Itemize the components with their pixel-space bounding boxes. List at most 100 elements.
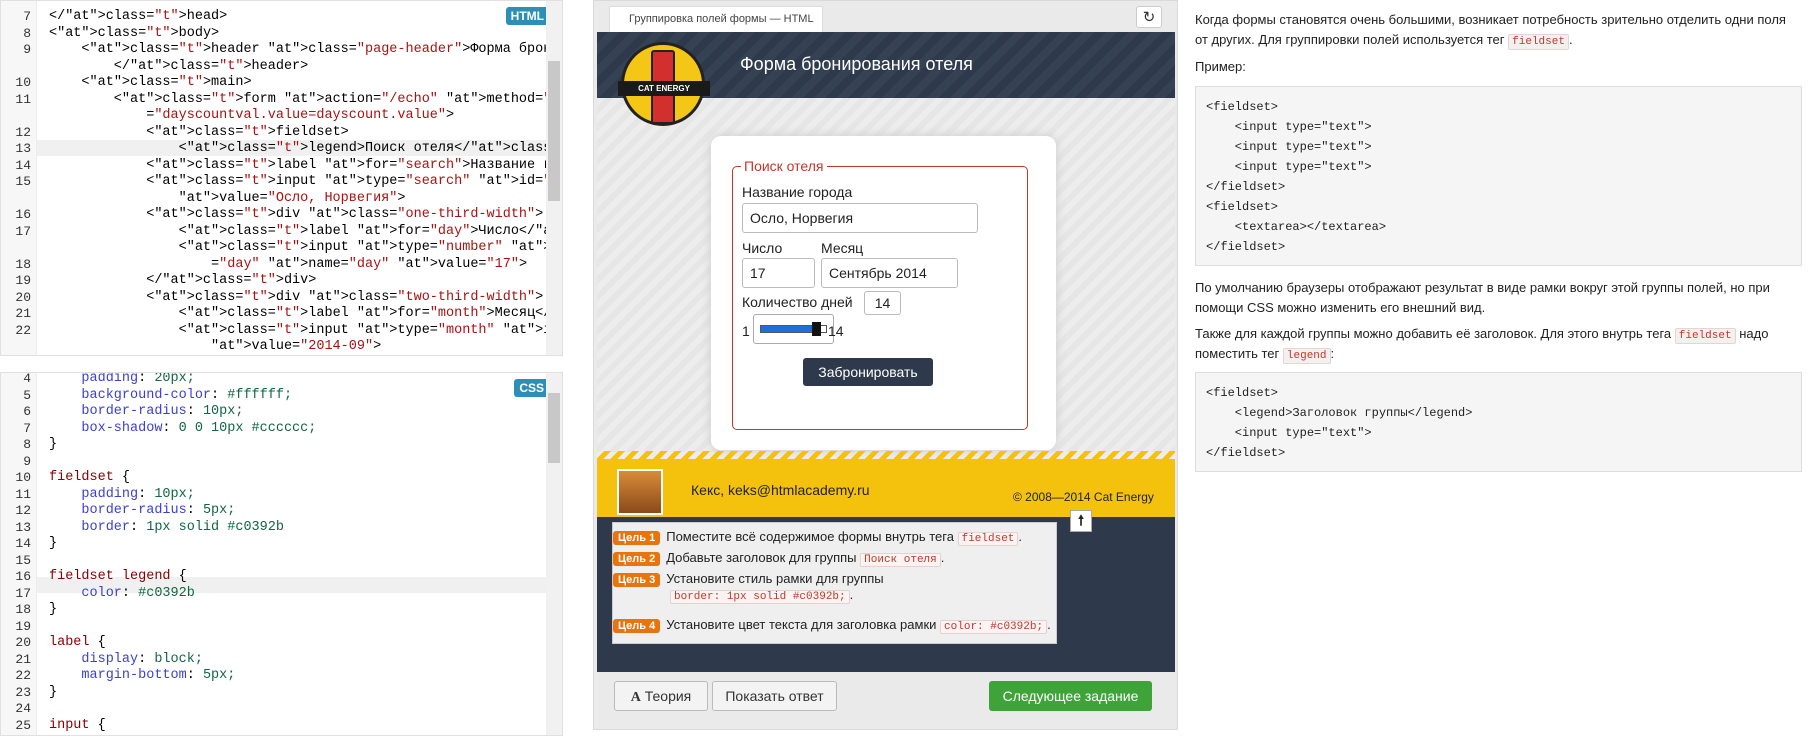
line-number: 15 [15,174,31,189]
line-number: 25 [15,717,31,733]
code-line[interactable]: <"at">class="t">header "at">class="page-… [49,42,562,59]
book-icon: A [630,690,641,705]
goal-2: Цель 2 Добавьте заголовок для группы Поис… [613,550,944,567]
city-input[interactable]: Осло, Норвегия [742,203,978,233]
html-scrollbar[interactable] [546,1,562,355]
line-number: 22 [15,668,31,683]
line-number: 24 [15,701,31,716]
code-line[interactable]: <"at">class="t">input "at">type="number"… [49,240,562,257]
theory-paragraph-1: Когда формы становятся очень большими, в… [1195,12,1786,50]
code-line[interactable] [49,701,316,718]
preview-tab[interactable]: Группировка полей формы — HTML [609,6,823,32]
code-line[interactable]: <"at">class="t">form "at">action="/echo"… [49,92,562,109]
day-input[interactable]: 17 [742,258,815,288]
line-number: 21 [15,306,31,321]
line-number: 19 [15,618,31,634]
next-task-button[interactable]: Следующее задание [989,681,1152,711]
css-scrollbar[interactable] [546,373,562,735]
avatar [617,469,663,515]
code-line[interactable]: <"at">class="t">label "at">for="search">… [49,158,562,175]
css-editor[interactable]: 4 5 6 7 8 9 10 11 12 13 14 15 16 17 18 19 20 21 22 23 24 25 p… [0,372,563,736]
html-code[interactable]: </"at">class="t">head> <"at">class="t">bo… [49,9,562,355]
html-gutter: 7 8 9 10 11 12 13 14 15 16 17 18 19 20 21 22 [1,1,37,355]
line-number: 23 [15,684,31,700]
city-label: Название города [742,184,853,200]
line-number: 10 [15,75,31,90]
code-line[interactable]: <"at">class="t">label "at">for="month">М… [49,306,562,323]
code-line[interactable]: <"at">class="t">label "at">for="day">Чис… [49,224,562,241]
days-range-slider[interactable] [753,314,834,344]
code-line[interactable]: </"at">class="t">div> [49,273,562,290]
theory-paragraph-3: Также для каждой группы можно добавить е… [1195,326,1769,364]
code-line[interactable]: <"at">class="t">main> [49,75,562,92]
line-number: 19 [15,273,31,288]
show-answer-button[interactable]: Показать ответ [712,681,837,711]
logo-text: CAT ENERGY [618,81,710,96]
line-number: 14 [15,157,31,173]
preview-frame: Форма бронирования отеля CAT ENERGY Поис… [597,32,1175,672]
line-number: 21 [15,651,31,667]
code-line[interactable]: margin-bottom: 5px; [49,668,316,685]
form-card: Поиск отеля Название города Осло, Норвег… [711,136,1056,450]
code-line[interactable]: display: block; [49,652,316,669]
code-line[interactable]: fieldset legend { [49,569,316,586]
line-number: 8 [23,437,31,452]
line-number: 18 [15,256,31,272]
code-line[interactable] [49,619,316,636]
html-badge: HTML [505,7,549,25]
line-number: 12 [15,503,31,518]
month-input[interactable]: Сентябрь 2014 [821,258,958,288]
line-number: 18 [15,602,31,617]
code-line[interactable] [49,454,316,471]
goals-panel: Цель 1 Поместите всё содержимое формы вну… [612,522,1057,644]
code-line[interactable]: color: #c0392b [49,586,316,603]
code-line[interactable]: padding: 20px; [49,373,316,388]
line-number: 7 [23,9,31,24]
code-line[interactable]: input { [49,718,316,735]
code-example-2: <fieldset> <legend>Заголовок группы</leg… [1195,372,1802,472]
book-button[interactable]: Забронировать [803,358,933,386]
code-line[interactable]: </"at">class="t">head> [49,9,562,26]
line-number: 6 [23,404,31,419]
css-code[interactable]: padding: 20px; background-color: #ffffff… [49,373,316,735]
code-line[interactable]: } [49,602,316,619]
collapse-goals-icon[interactable]: 🠕 [1070,510,1092,532]
theory-panel: Когда формы становятся очень большими, в… [1195,0,1810,736]
code-line[interactable]: "at">value="2014-09"> [49,339,562,355]
cat-energy-logo: CAT ENERGY [618,42,710,126]
code-line[interactable]: <"at">class="t">div "at">class="one-thir… [49,207,562,224]
code-line[interactable]: border-radius: 5px; [49,503,316,520]
code-line[interactable]: border-radius: 10px; [49,404,316,421]
code-line[interactable]: <"at">class="t">div "at">class="two-thir… [49,290,562,307]
code-line[interactable]: } [49,437,316,454]
css-gutter: 4 5 6 7 8 9 10 11 12 13 14 15 16 17 18 19 20 21 22 23 24 25 [1,373,37,735]
code-line[interactable]: } [49,536,316,553]
html-editor[interactable]: 7 8 9 10 11 12 13 14 15 16 17 18 19 20 21 22 </"at">cla… [0,0,563,356]
code-line[interactable]: border: 1px solid #c0392b [49,520,316,537]
code-line[interactable]: "at">value="Осло, Норвегия"> [49,191,562,208]
code-line[interactable]: padding: 10px; [49,487,316,504]
line-number: 17 [15,585,31,601]
code-line[interactable]: background-color: #ffffff; [49,388,316,405]
code-line[interactable]: <"at">class="t">input "at">type="search"… [49,174,562,191]
code-line[interactable]: <"at">class="t">input "at">type="month" … [49,323,562,340]
code-line[interactable]: ="day" "at">name="day" "at">value="17"> [49,257,562,274]
code-line[interactable]: <"at">class="t">legend>Поиск отеля</"at"… [49,141,562,158]
code-line[interactable]: <"at">class="t">fieldset> [49,125,562,142]
theory-button[interactable]: A Теория [614,681,708,711]
code-line[interactable]: fieldset { [49,470,316,487]
days-count-label: Количество дней [742,294,853,310]
code-line[interactable]: <"at">class="t">body> [49,26,562,43]
line-number: 5 [23,387,31,403]
code-line[interactable]: </"at">class="t">header> [49,59,562,76]
code-line[interactable]: ="dayscountval.value=dayscount.value"> [49,108,562,125]
goal-1: Цель 1 Поместите всё содержимое формы вну… [613,529,1022,546]
line-number: 11 [15,91,31,107]
code-line[interactable]: label { [49,635,316,652]
code-line[interactable]: box-shadow: 0 0 10px #cccccc; [49,421,316,438]
goal-3: Цель 3 Установите стиль рамки для группы … [613,571,884,604]
code-line[interactable]: } [49,685,316,702]
refresh-icon[interactable]: ↻ [1136,6,1162,28]
code-line[interactable] [49,553,316,570]
line-number: 17 [15,223,31,239]
